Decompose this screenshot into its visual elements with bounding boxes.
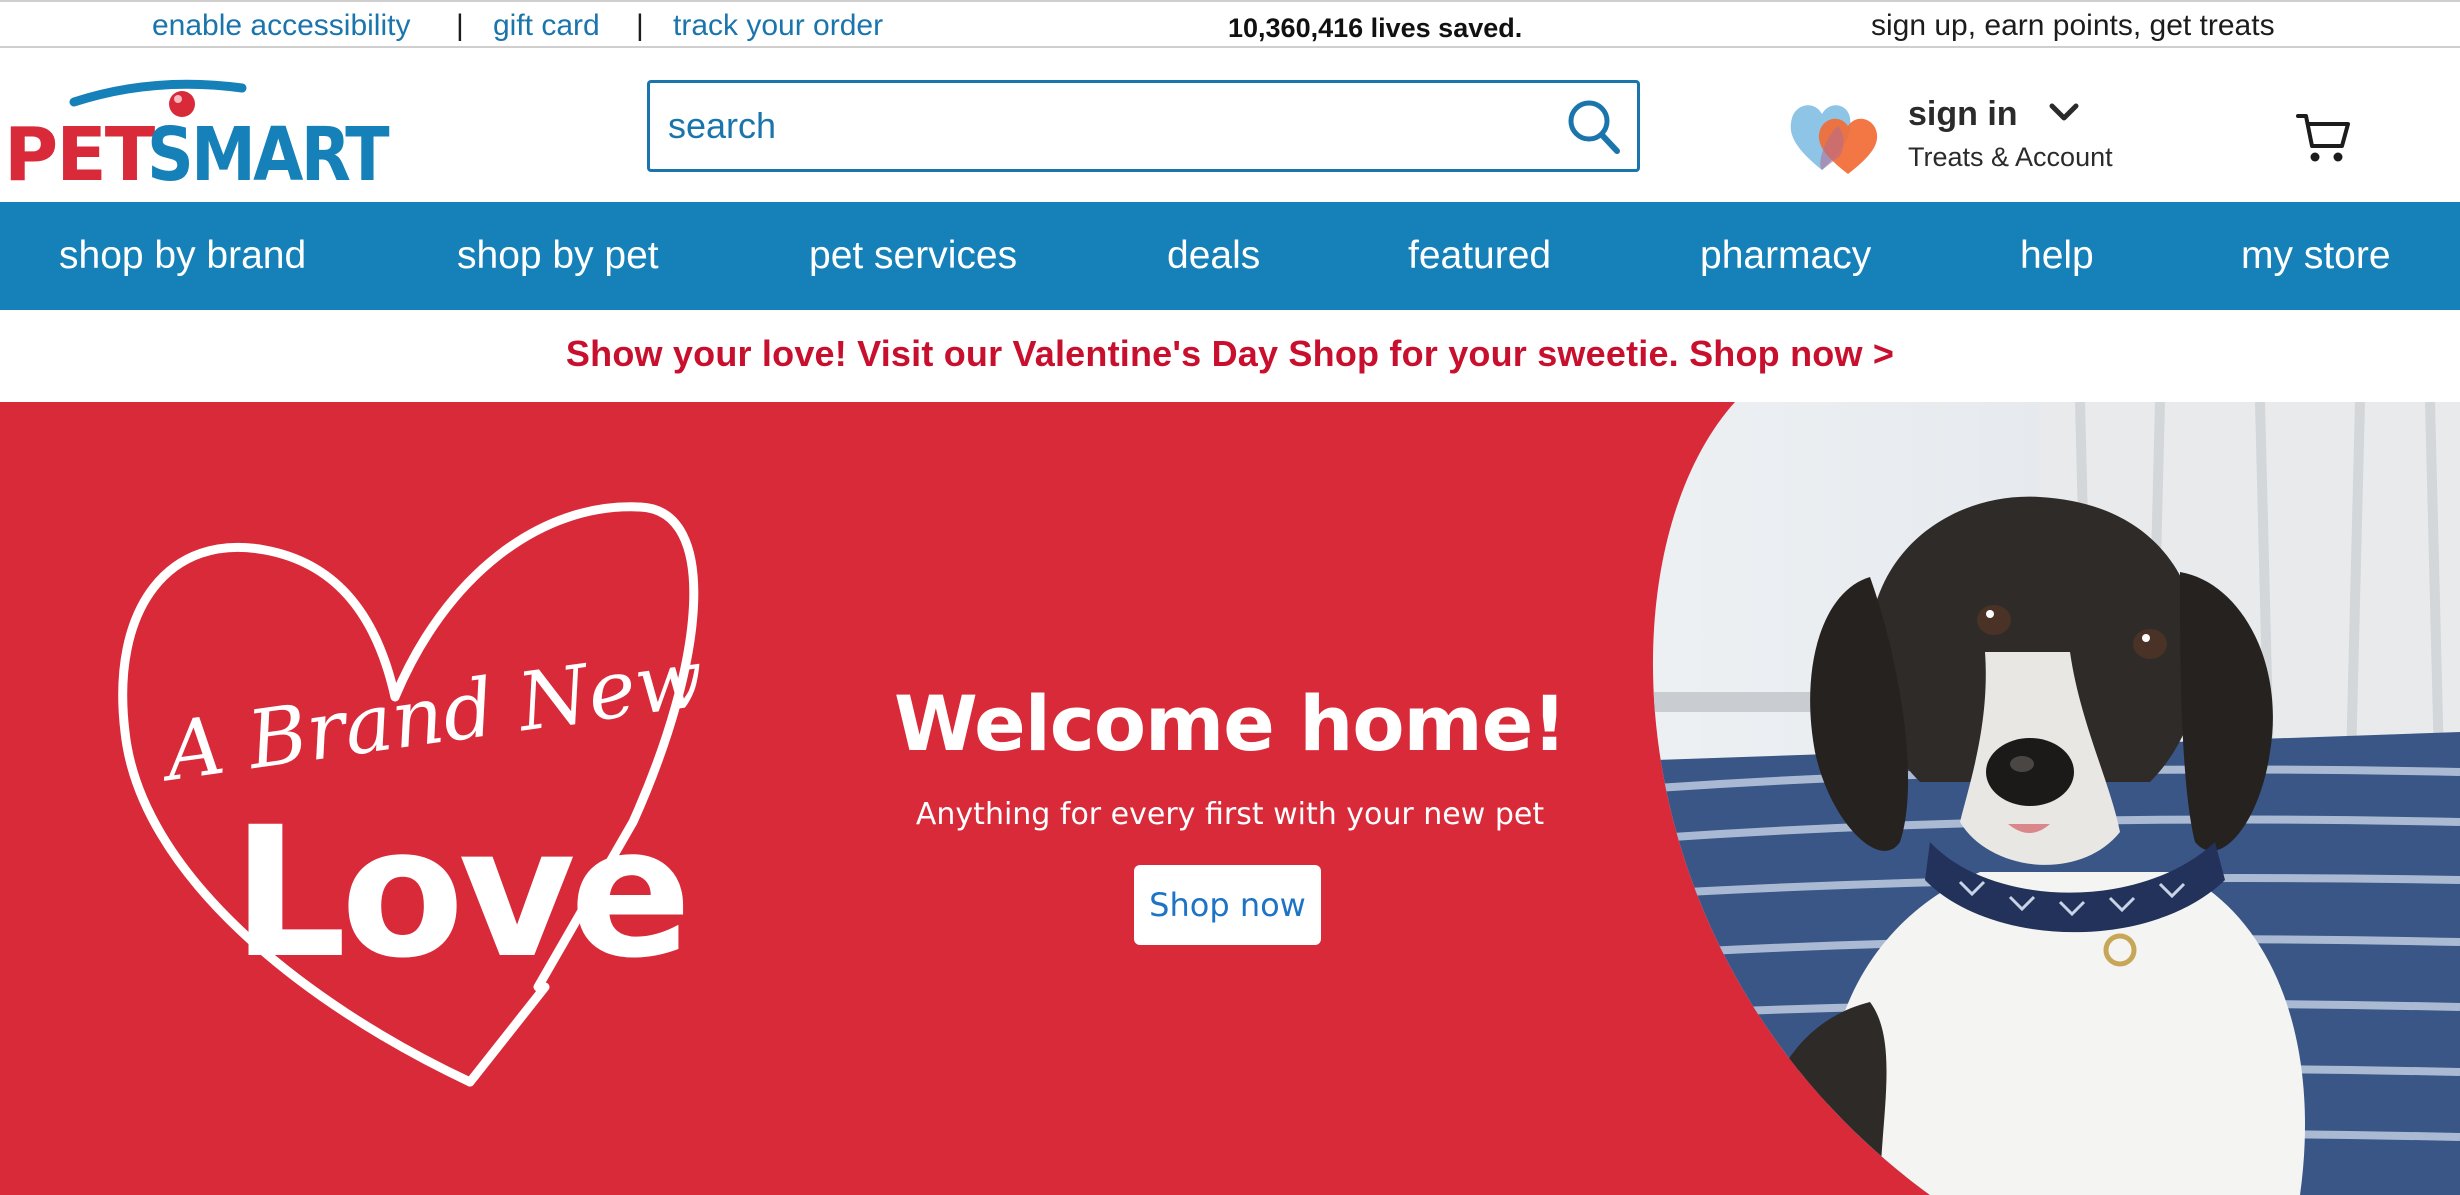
logo-text-smart: SMART <box>147 112 390 188</box>
hero-subtitle: Anything for every first with your new p… <box>915 797 1545 832</box>
utility-separator: | <box>456 9 464 42</box>
search-input[interactable] <box>668 83 1528 169</box>
nav-shop-by-brand[interactable]: shop by brand <box>59 202 306 310</box>
nav-shop-by-pet[interactable]: shop by pet <box>457 202 659 310</box>
utility-bar: enable accessibility | gift card | track… <box>0 0 2460 48</box>
search-box <box>647 80 1640 172</box>
hero-shop-now-button[interactable]: Shop now <box>1134 865 1321 945</box>
nav-my-store[interactable]: my store <box>2241 202 2391 310</box>
cart-icon[interactable] <box>2296 110 2352 166</box>
badge-love-text: Love <box>232 789 686 998</box>
logo-text-pet: PET <box>4 112 156 188</box>
hearts-icon <box>1790 105 1878 174</box>
track-order-link[interactable]: track your order <box>673 8 883 44</box>
promo-banner: Show your love! Visit our Valentine's Da… <box>0 310 2460 402</box>
petsmart-logo[interactable]: PET SMART <box>4 68 394 188</box>
hero-title: Welcome home! <box>894 679 1567 768</box>
gift-card-link[interactable]: gift card <box>493 8 600 44</box>
rewards-signup-link[interactable]: sign up, earn points, get treats <box>1871 8 2275 44</box>
nav-featured[interactable]: featured <box>1408 202 1551 310</box>
utility-separator: | <box>636 9 644 42</box>
treats-account-label: Treats & Account <box>1908 142 2113 172</box>
brand-new-love-badge: A Brand New Love <box>118 502 710 1087</box>
nav-deals[interactable]: deals <box>1167 202 1260 310</box>
lives-saved-counter: 10,360,416 lives saved. <box>1228 13 1523 43</box>
main-nav: shop by brand shop by pet pet services d… <box>0 202 2460 310</box>
puppy-photo <box>1652 402 2460 1195</box>
nav-help[interactable]: help <box>2020 202 2094 310</box>
nav-pharmacy[interactable]: pharmacy <box>1700 202 1871 310</box>
nav-pet-services[interactable]: pet services <box>809 202 1017 310</box>
hero-banner[interactable]: A Brand New Love Welcome home! Anything … <box>0 402 2460 1195</box>
search-icon[interactable] <box>1565 97 1621 155</box>
enable-accessibility-link[interactable]: enable accessibility <box>152 8 410 44</box>
chevron-down-icon[interactable] <box>2048 100 2080 124</box>
sign-in-label[interactable]: sign in <box>1908 92 2018 136</box>
site-header: PET SMART sign in Treats & Account <box>0 48 2460 202</box>
badge-script-text: A Brand New <box>153 631 710 799</box>
account-menu[interactable]: sign in Treats & Account <box>1786 92 2126 182</box>
valentines-shop-link[interactable]: Show your love! Visit our Valentine's Da… <box>566 332 1894 376</box>
